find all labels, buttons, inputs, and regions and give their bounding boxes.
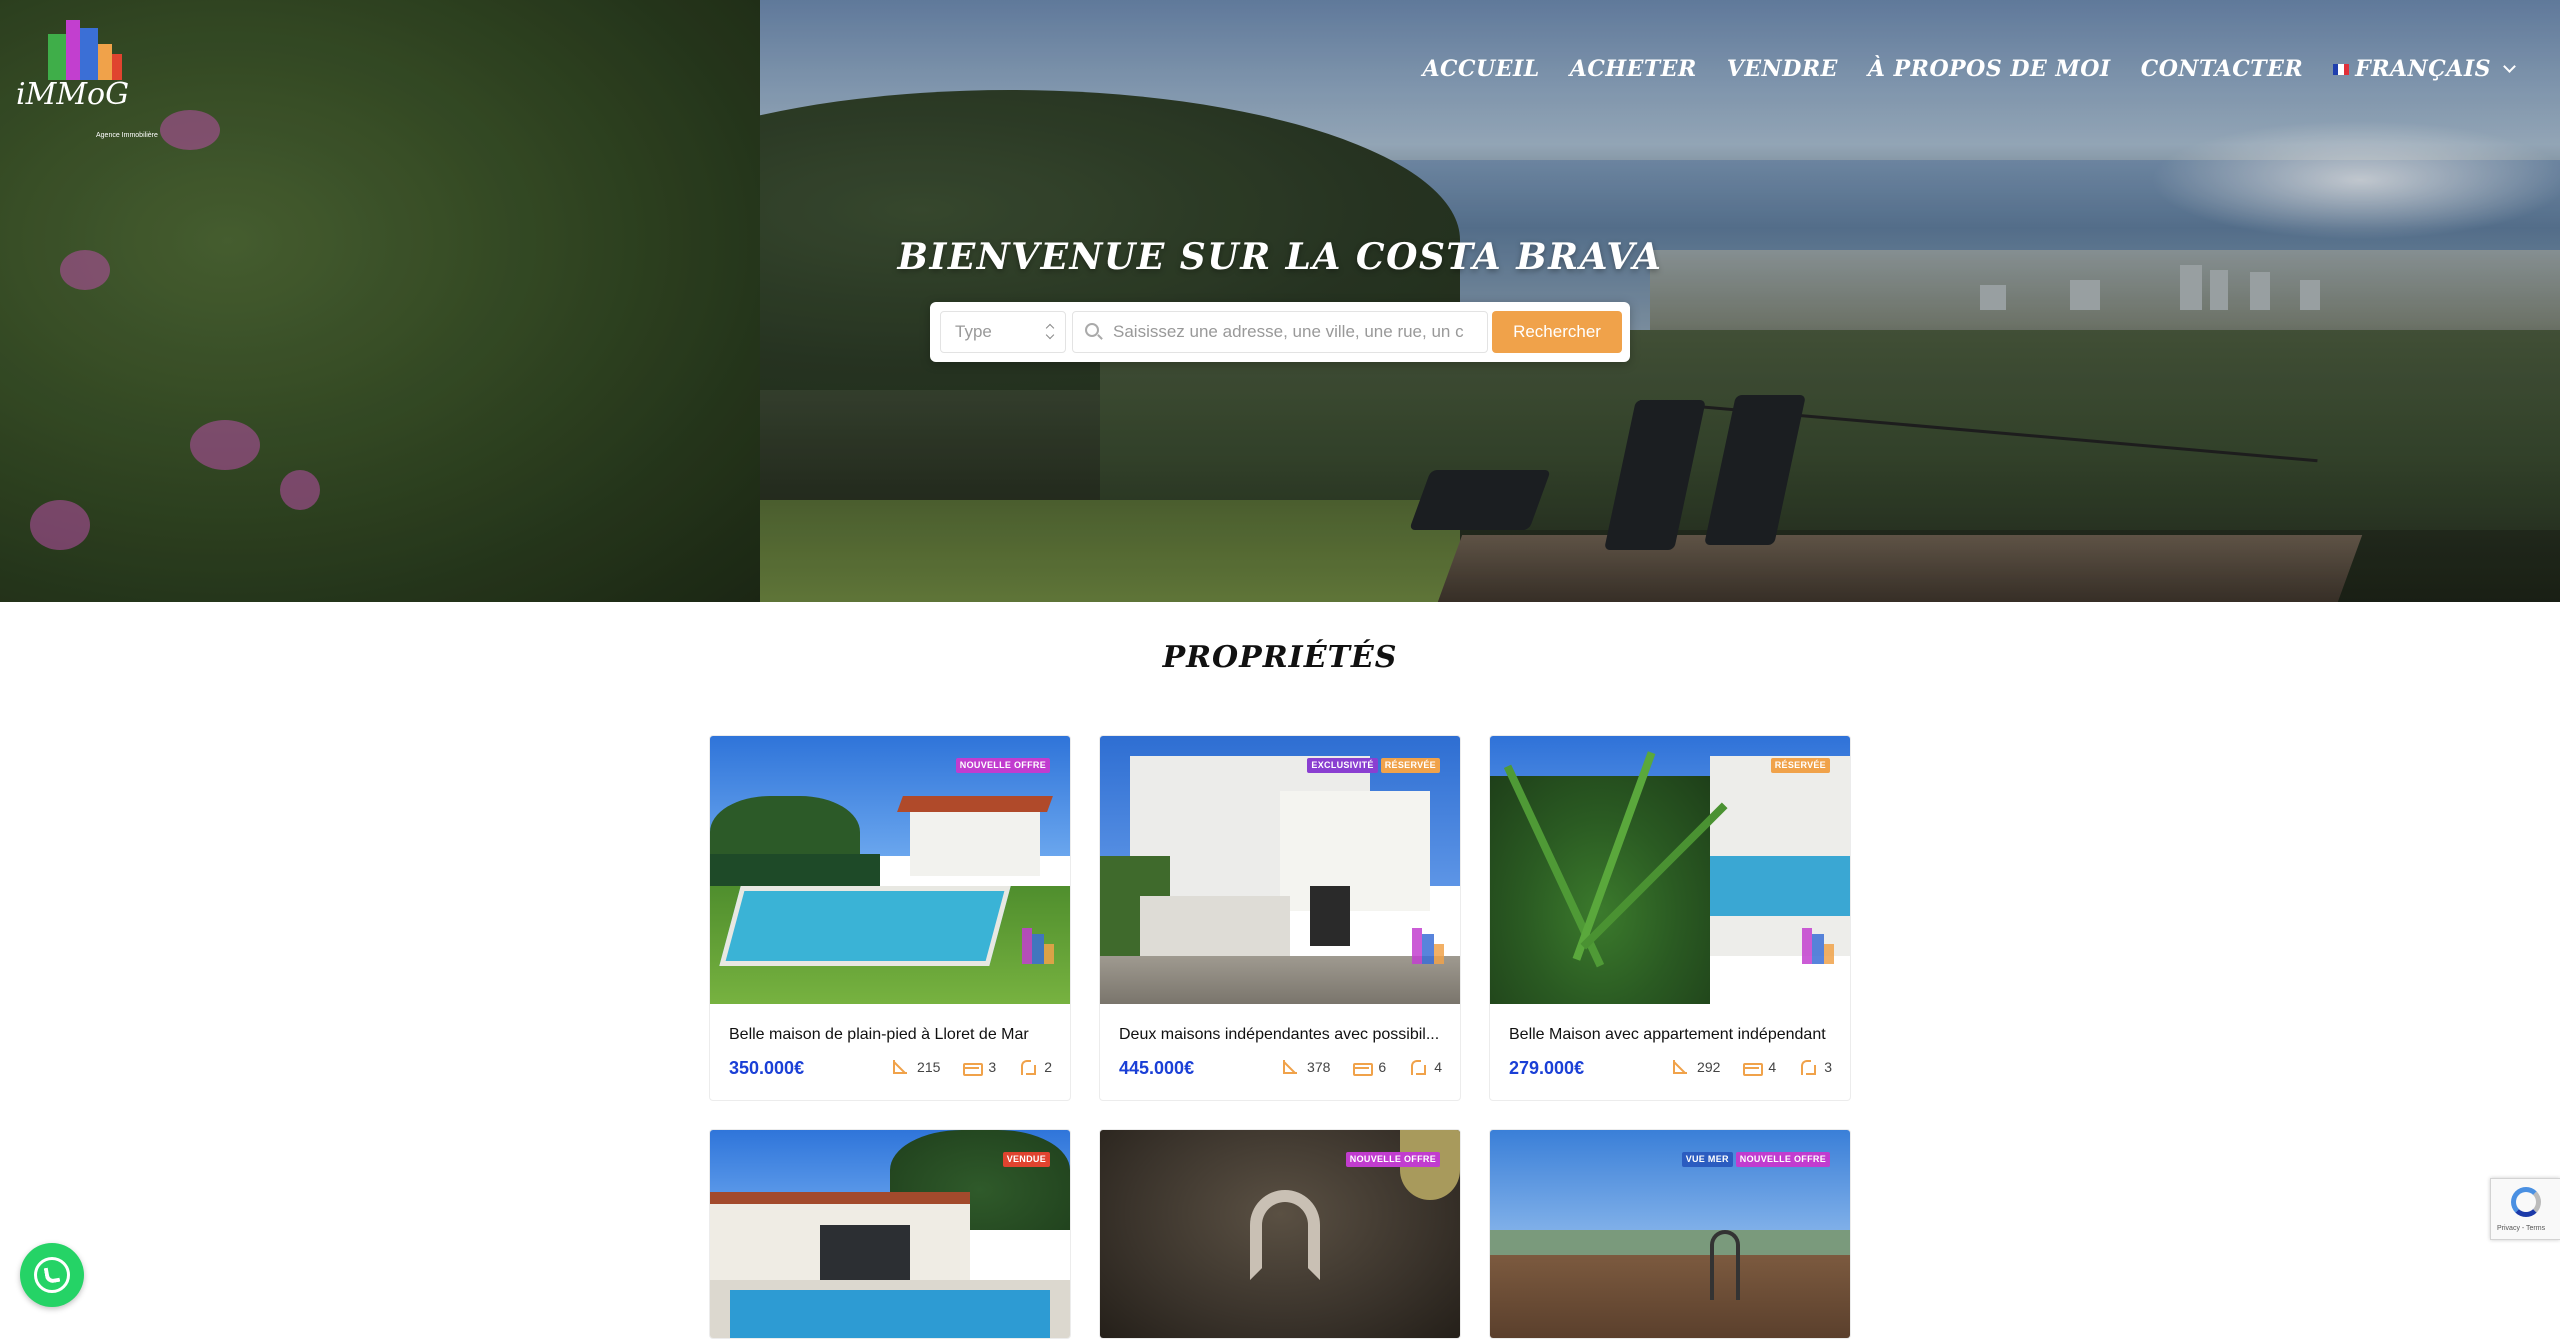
property-price: 350.000€ <box>729 1058 805 1078</box>
type-select[interactable]: Type <box>940 311 1066 353</box>
area-value: 215 <box>917 1059 941 1075</box>
property-card[interactable]: RÉSERVÉE Belle Maison avec appartement i… <box>1489 735 1851 1101</box>
nav-item-vendre[interactable]: VENDRE <box>1727 56 1838 82</box>
status-badge: NOUVELLE OFFRE <box>1345 1152 1440 1167</box>
badge-group: EXCLUSIVITÉ RÉSERVÉE <box>1307 758 1440 773</box>
area-icon <box>1281 1059 1299 1075</box>
watermark-logo <box>994 926 1060 992</box>
property-card[interactable]: NOUVELLE OFFRE <box>1099 1129 1461 1339</box>
section-title: PROPRIÉTÉS <box>1162 640 1398 675</box>
property-photo[interactable]: NOUVELLE OFFRE <box>1100 1130 1460 1338</box>
property-stats: 292 4 3 <box>1671 1059 1832 1076</box>
area-value: 378 <box>1307 1059 1331 1075</box>
property-photo[interactable]: EXCLUSIVITÉ RÉSERVÉE <box>1100 736 1460 1004</box>
nav-item-accueil[interactable]: ACCUEIL <box>1422 56 1539 82</box>
whatsapp-button[interactable] <box>20 1243 84 1307</box>
bathrooms-value: 2 <box>1044 1059 1052 1075</box>
property-title[interactable]: Deux maisons indépendantes avec possibil… <box>1119 1026 1449 1044</box>
property-card[interactable]: VUE MER NOUVELLE OFFRE <box>1489 1129 1851 1339</box>
search-bar: Type Rechercher <box>930 302 1630 362</box>
property-stats: 215 3 2 <box>891 1059 1052 1076</box>
badge-group: NOUVELLE OFFRE <box>1345 1152 1440 1167</box>
nav-item-acheter[interactable]: ACHETER <box>1570 56 1697 82</box>
bathrooms-value: 3 <box>1824 1059 1832 1075</box>
badge-group: VUE MER NOUVELLE OFFRE <box>1681 1152 1830 1167</box>
hero-banner <box>0 0 2560 602</box>
recaptcha-terms[interactable]: Privacy - Terms <box>2497 1225 2545 1232</box>
status-badge: RÉSERVÉE <box>1770 758 1830 773</box>
property-photo[interactable]: VUE MER NOUVELLE OFFRE <box>1490 1130 1850 1338</box>
bed-icon <box>962 1059 984 1076</box>
recaptcha-badge[interactable]: Privacy - Terms <box>2490 1178 2560 1240</box>
type-select-value: Type <box>955 322 992 341</box>
badge-group: NOUVELLE OFFRE <box>955 758 1050 773</box>
nav-item-a-propos[interactable]: À PROPOS DE MOI <box>1868 56 2111 82</box>
property-card[interactable]: VENDUE <box>709 1129 1071 1339</box>
bed-icon <box>1352 1059 1374 1076</box>
status-badge: EXCLUSIVITÉ <box>1307 758 1378 773</box>
badge-group: VENDUE <box>1002 1152 1050 1167</box>
chevron-down-icon <box>2503 59 2516 73</box>
property-photo[interactable]: NOUVELLE OFFRE <box>710 736 1070 1004</box>
recaptcha-icon <box>2511 1187 2541 1217</box>
nav-item-contacter[interactable]: CONTACTER <box>2141 56 2303 82</box>
logo-text: iMMoG <box>16 77 130 112</box>
status-badge: NOUVELLE OFFRE <box>1735 1152 1830 1167</box>
search-icon <box>1085 323 1103 341</box>
search-field <box>1072 311 1488 353</box>
property-card[interactable]: EXCLUSIVITÉ RÉSERVÉE Deux maisons indépe… <box>1099 735 1461 1101</box>
watermark-logo <box>1774 926 1840 992</box>
language-label: FRANÇAIS <box>2355 56 2491 82</box>
bath-icon <box>1408 1059 1427 1075</box>
area-value: 292 <box>1697 1059 1721 1075</box>
watermark-logo <box>1384 926 1450 992</box>
area-icon <box>1671 1059 1689 1075</box>
property-stats: 378 6 4 <box>1281 1059 1442 1076</box>
language-selector[interactable]: FRANÇAIS <box>2333 56 2516 82</box>
status-badge: VUE MER <box>1681 1152 1733 1167</box>
bed-icon <box>1742 1059 1764 1076</box>
property-title[interactable]: Belle maison de plain-pied à Lloret de M… <box>729 1026 1059 1044</box>
hero-title: BIENVENUE SUR LA COSTA BRAVA <box>897 236 1663 278</box>
france-flag-icon <box>2333 63 2350 75</box>
logo-subtitle: Agence Immobilière <box>96 132 158 139</box>
search-button[interactable]: Rechercher <box>1492 311 1622 353</box>
bedrooms-value: 4 <box>1768 1059 1777 1075</box>
property-title[interactable]: Belle Maison avec appartement indépendan… <box>1509 1026 1839 1044</box>
site-logo[interactable]: iMMoG Agence Immobilière <box>14 14 164 139</box>
bedrooms-value: 6 <box>1378 1059 1387 1075</box>
search-input[interactable] <box>1113 312 1483 352</box>
property-price: 445.000€ <box>1119 1058 1195 1078</box>
area-icon <box>891 1059 909 1075</box>
main-nav: ACCUEIL ACHETER VENDRE À PROPOS DE MOI C… <box>1422 56 2516 82</box>
status-badge: VENDUE <box>1002 1152 1050 1167</box>
property-photo[interactable]: RÉSERVÉE <box>1490 736 1850 1004</box>
select-arrows-icon <box>1045 324 1055 340</box>
badge-group: RÉSERVÉE <box>1770 758 1830 773</box>
bath-icon <box>1018 1059 1037 1075</box>
bath-icon <box>1798 1059 1817 1075</box>
bedrooms-value: 3 <box>988 1059 997 1075</box>
property-price: 279.000€ <box>1509 1058 1585 1078</box>
bathrooms-value: 4 <box>1434 1059 1442 1075</box>
status-badge: RÉSERVÉE <box>1380 758 1440 773</box>
property-photo[interactable]: VENDUE <box>710 1130 1070 1338</box>
property-card[interactable]: NOUVELLE OFFRE Belle maison de plain-pie… <box>709 735 1071 1101</box>
status-badge: NOUVELLE OFFRE <box>955 758 1050 773</box>
